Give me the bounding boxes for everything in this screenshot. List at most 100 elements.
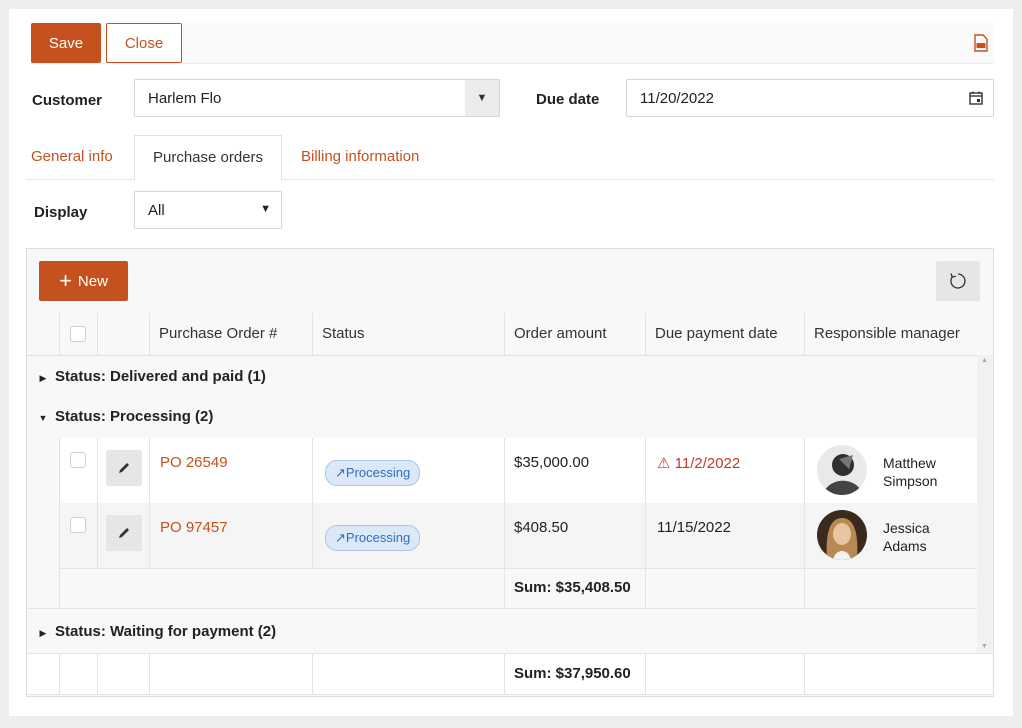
calendar-icon[interactable] (959, 80, 993, 116)
tab-general-info[interactable]: General info (31, 135, 113, 178)
vertical-scrollbar[interactable]: ▲ ▼ (977, 355, 993, 652)
header-due-payment-date[interactable]: Due payment date (645, 313, 804, 355)
refresh-icon (950, 273, 966, 289)
manager-last-name: Simpson (883, 473, 938, 489)
group-row-delivered[interactable]: ▶ Status: Delivered and paid (1) (27, 357, 977, 397)
total-sum-cell: Sum: $37,950.60 (504, 654, 645, 694)
manager-first-name: Jessica (883, 520, 930, 536)
sum-spacer (645, 568, 804, 608)
manager-name: Jessica Adams (883, 519, 930, 555)
caret-down-icon[interactable]: ▼ (31, 398, 55, 438)
order-amount: $408.50 (514, 519, 569, 536)
amount-cell: $35,000.00 (504, 438, 645, 503)
group-sum-cell: Sum: $35,408.50 (504, 568, 645, 608)
sum-spacer (312, 654, 504, 694)
toolbar: Save Close (31, 23, 994, 64)
edit-button[interactable] (106, 450, 142, 486)
header-order-amount[interactable]: Order amount (504, 313, 645, 355)
sum-spacer (804, 568, 977, 608)
po-link[interactable]: PO 26549 (160, 454, 228, 471)
trend-up-icon: ↗ (335, 530, 346, 545)
display-value: All (148, 202, 165, 219)
purchase-orders-form: Save Close Customer Harlem Flo ▼ Due dat… (9, 9, 1013, 716)
caret-right-icon[interactable]: ▶ (31, 613, 55, 653)
display-label: Display (34, 204, 88, 221)
table-row[interactable]: PO 26549 ↗Processing $35,000.00 ⚠ 11/2/2… (59, 438, 977, 504)
manager-name: Matthew Simpson (883, 454, 937, 490)
group-sum-row: Sum: $35,408.50 (27, 568, 977, 609)
customer-label: Customer (32, 92, 103, 109)
pencil-icon (119, 528, 129, 538)
due-date-value: 11/20/2022 (640, 90, 714, 107)
group-row-processing[interactable]: ▼ Status: Processing (2) (27, 397, 977, 437)
warning-icon: ⚠ (657, 455, 675, 472)
po-link[interactable]: PO 97457 (160, 519, 228, 536)
pdf-icon[interactable] (974, 34, 988, 52)
sum-spacer (59, 568, 504, 608)
new-button-label: New (77, 272, 108, 290)
refresh-button[interactable] (936, 261, 980, 301)
sum-spacer (804, 654, 977, 694)
header-edit-cell (97, 313, 149, 355)
due-payment-date: 11/15/2022 (657, 519, 731, 536)
header-status[interactable]: Status (312, 313, 504, 355)
header-select-cell (59, 313, 97, 355)
header-po-number[interactable]: Purchase Order # (149, 313, 312, 355)
due-date-picker[interactable]: 11/20/2022 (626, 79, 994, 117)
due-date-cell: ⚠ 11/2/2022 (645, 438, 804, 503)
row-edit-cell (97, 503, 149, 568)
manager-cell: Matthew Simpson (804, 438, 977, 503)
header-responsible-manager[interactable]: Responsible manager (804, 313, 993, 355)
pencil-icon (119, 463, 129, 473)
new-button[interactable]: + New (39, 261, 128, 301)
tab-purchase-orders[interactable]: Purchase orders (134, 135, 283, 181)
status-cell: ↗Processing (312, 503, 504, 568)
chevron-down-icon[interactable]: ▼ (465, 80, 499, 116)
display-select[interactable]: All ▼ (134, 191, 282, 229)
sum-spacer (149, 654, 312, 694)
caret-right-icon[interactable]: ▶ (31, 358, 55, 398)
due-date-text: 11/2/2022 (674, 455, 741, 472)
row-checkbox[interactable] (70, 452, 86, 468)
chevron-down-icon[interactable]: ▼ (260, 203, 271, 215)
status-text: Processing (345, 530, 411, 545)
avatar (817, 510, 867, 560)
tab-bar: General info Purchase orders Billing inf… (26, 135, 994, 181)
due-payment-date: ⚠ 11/2/2022 (657, 454, 740, 472)
grid-header: Purchase Order # Status Order amount Due… (27, 313, 993, 356)
row-select-cell (59, 438, 97, 503)
row-checkbox[interactable] (70, 517, 86, 533)
group-label: Status: Delivered and paid (1) (55, 368, 266, 385)
select-all-checkbox[interactable] (70, 326, 86, 342)
tab-billing-information[interactable]: Billing information (301, 135, 419, 178)
table-row[interactable]: PO 97457 ↗Processing $408.50 11/15/2022 … (59, 503, 977, 569)
customer-dropdown[interactable]: Harlem Flo ▼ (134, 79, 500, 117)
scroll-up-icon[interactable]: ▲ (981, 357, 988, 364)
po-cell: PO 97457 (149, 503, 312, 568)
save-button[interactable]: Save (31, 23, 101, 63)
scroll-down-icon[interactable]: ▼ (981, 643, 988, 650)
edit-button[interactable] (106, 515, 142, 551)
group-label: Status: Waiting for payment (2) (55, 623, 277, 640)
po-cell: PO 26549 (149, 438, 312, 503)
group-row-waiting[interactable]: ▶ Status: Waiting for payment (2) (27, 612, 977, 652)
customer-value: Harlem Flo (148, 90, 222, 107)
order-amount: $35,000.00 (514, 454, 590, 471)
status-text: Processing (345, 465, 411, 480)
purchase-orders-grid: + New Purchase Order # Status Order amou… (26, 248, 994, 697)
due-date-label: Due date (536, 91, 600, 108)
avatar (817, 445, 867, 495)
status-cell: ↗Processing (312, 438, 504, 503)
sum-spacer (97, 654, 149, 694)
manager-last-name: Adams (883, 538, 927, 554)
plus-icon: + (59, 268, 72, 293)
total-sum-row: Sum: $37,950.60 (27, 653, 993, 695)
due-date-cell: 11/15/2022 (645, 503, 804, 568)
manager-first-name: Matthew (883, 455, 936, 471)
total-sum: Sum: $37,950.60 (514, 665, 631, 682)
group-label: Status: Processing (2) (55, 408, 214, 425)
trend-up-icon: ↗ (335, 465, 346, 480)
close-button[interactable]: Close (106, 23, 182, 63)
row-edit-cell (97, 438, 149, 503)
row-select-cell (59, 503, 97, 568)
